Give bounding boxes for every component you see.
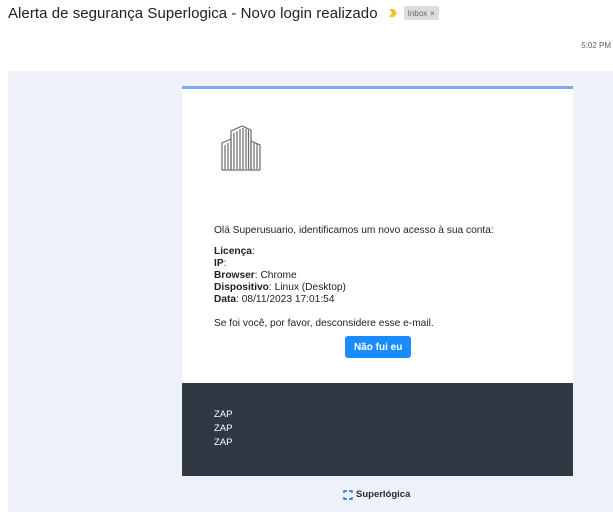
email-content: Olá Superusuario, identificamos um novo … (214, 225, 554, 330)
superlogica-brand[interactable]: Superlógica (343, 489, 410, 500)
email-card: Olá Superusuario, identificamos um novo … (182, 86, 573, 383)
field-dispositivo: Dispositivo: Linux (Desktop) (214, 282, 346, 293)
email-subject: Alerta de segurança Superlogica - Novo l… (8, 4, 378, 22)
field-licenca: Licença: (214, 246, 255, 257)
email-body-background: Olá Superusuario, identificamos um novo … (8, 71, 613, 512)
email-footer: ZAP ZAP ZAP (182, 383, 573, 476)
footer-lines: ZAP ZAP ZAP (214, 408, 232, 450)
superlogica-logo-icon (343, 489, 353, 500)
not-me-button[interactable]: Não fui eu (345, 336, 412, 358)
remove-label-icon[interactable]: × (430, 9, 435, 18)
importance-marker-icon[interactable] (388, 8, 398, 18)
brand-name: Superlógica (356, 489, 411, 500)
field-data: Data: 08/11/2023 17:01:54 (214, 294, 335, 305)
footer-line: ZAP (214, 409, 233, 420)
email-time: 5:02 PM (581, 41, 611, 50)
field-ip: IP: (214, 258, 227, 269)
ignore-notice: Se foi você, por favor, desconsidere ess… (214, 318, 434, 329)
field-browser: Browser: Chrome (214, 270, 297, 281)
email-view: Alerta de segurança Superlogica - Novo l… (0, 0, 613, 512)
inbox-label-chip[interactable]: Inbox × (403, 6, 439, 20)
building-logo-icon (221, 125, 261, 171)
greeting-text: Olá Superusuario, identificamos um novo … (214, 225, 494, 236)
inbox-label-text: Inbox (407, 8, 428, 18)
subject-row: Alerta de segurança Superlogica - Novo l… (8, 3, 439, 23)
footer-line: ZAP (214, 423, 233, 434)
footer-line: ZAP (214, 437, 233, 448)
